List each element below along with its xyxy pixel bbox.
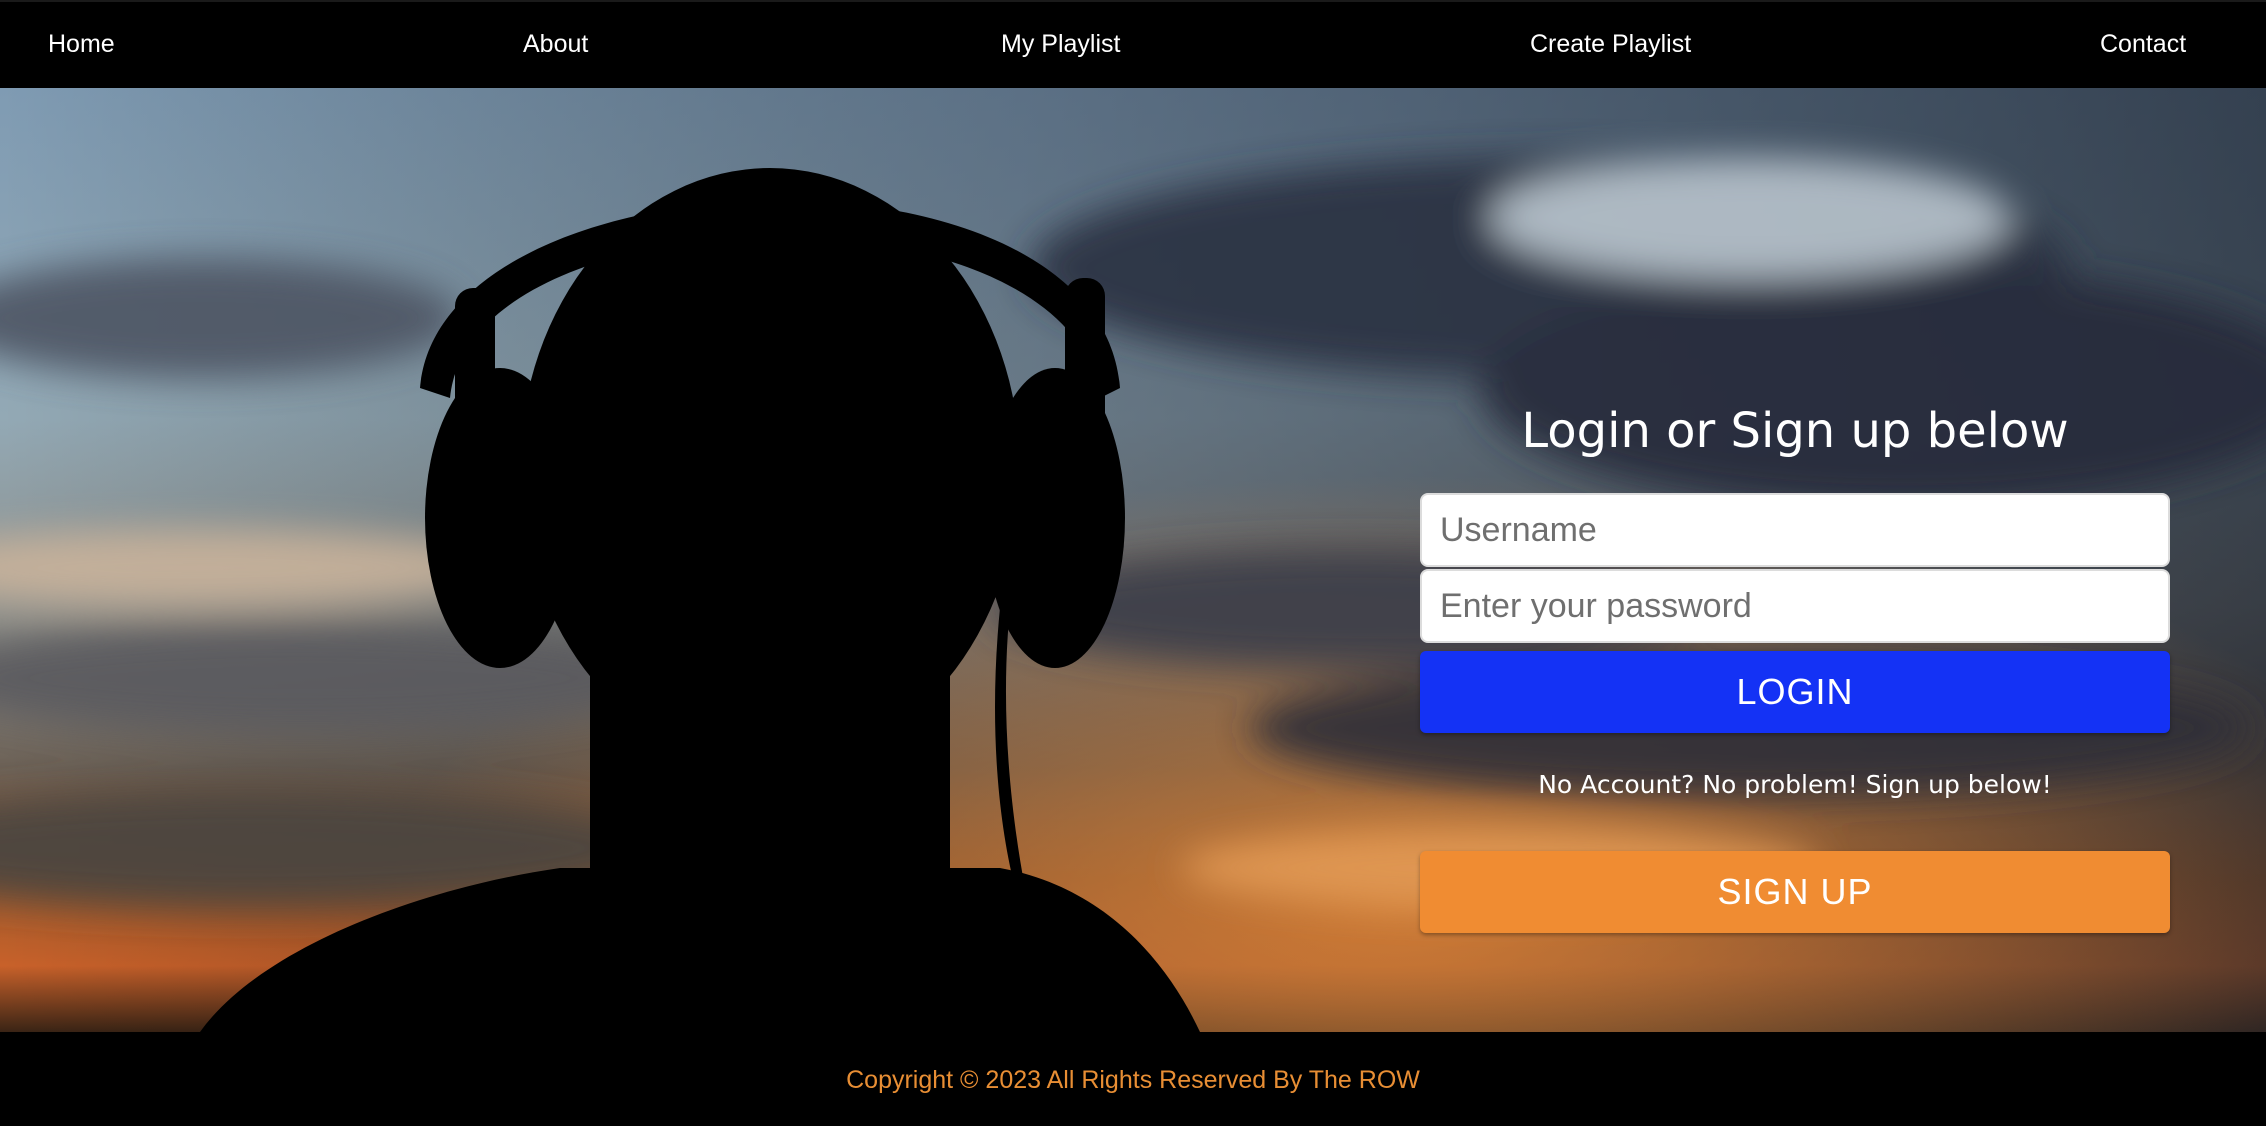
nav-contact-link[interactable]: Contact (2100, 30, 2186, 59)
signup-note: No Account? No problem! Sign up below! (1538, 770, 2052, 799)
nav-create-playlist-link[interactable]: Create Playlist (1530, 30, 1691, 59)
login-button[interactable]: LOGIN (1420, 651, 2170, 733)
password-input[interactable] (1420, 569, 2170, 643)
form-title: Login or Sign up below (1521, 403, 2069, 459)
page: Home About My Playlist Create Playlist C… (0, 0, 2266, 1126)
nav-my-playlist-link[interactable]: My Playlist (1001, 30, 1120, 59)
username-input[interactable] (1420, 493, 2170, 567)
top-nav: Home About My Playlist Create Playlist C… (0, 0, 2266, 88)
footer: Copyright © 2023 All Rights Reserved By … (0, 1032, 2266, 1126)
copyright-text: Copyright © 2023 All Rights Reserved By … (846, 1066, 1420, 1094)
nav-home-link[interactable]: Home (48, 30, 115, 59)
signup-button[interactable]: SIGN UP (1420, 851, 2170, 933)
nav-about-link[interactable]: About (523, 30, 588, 59)
